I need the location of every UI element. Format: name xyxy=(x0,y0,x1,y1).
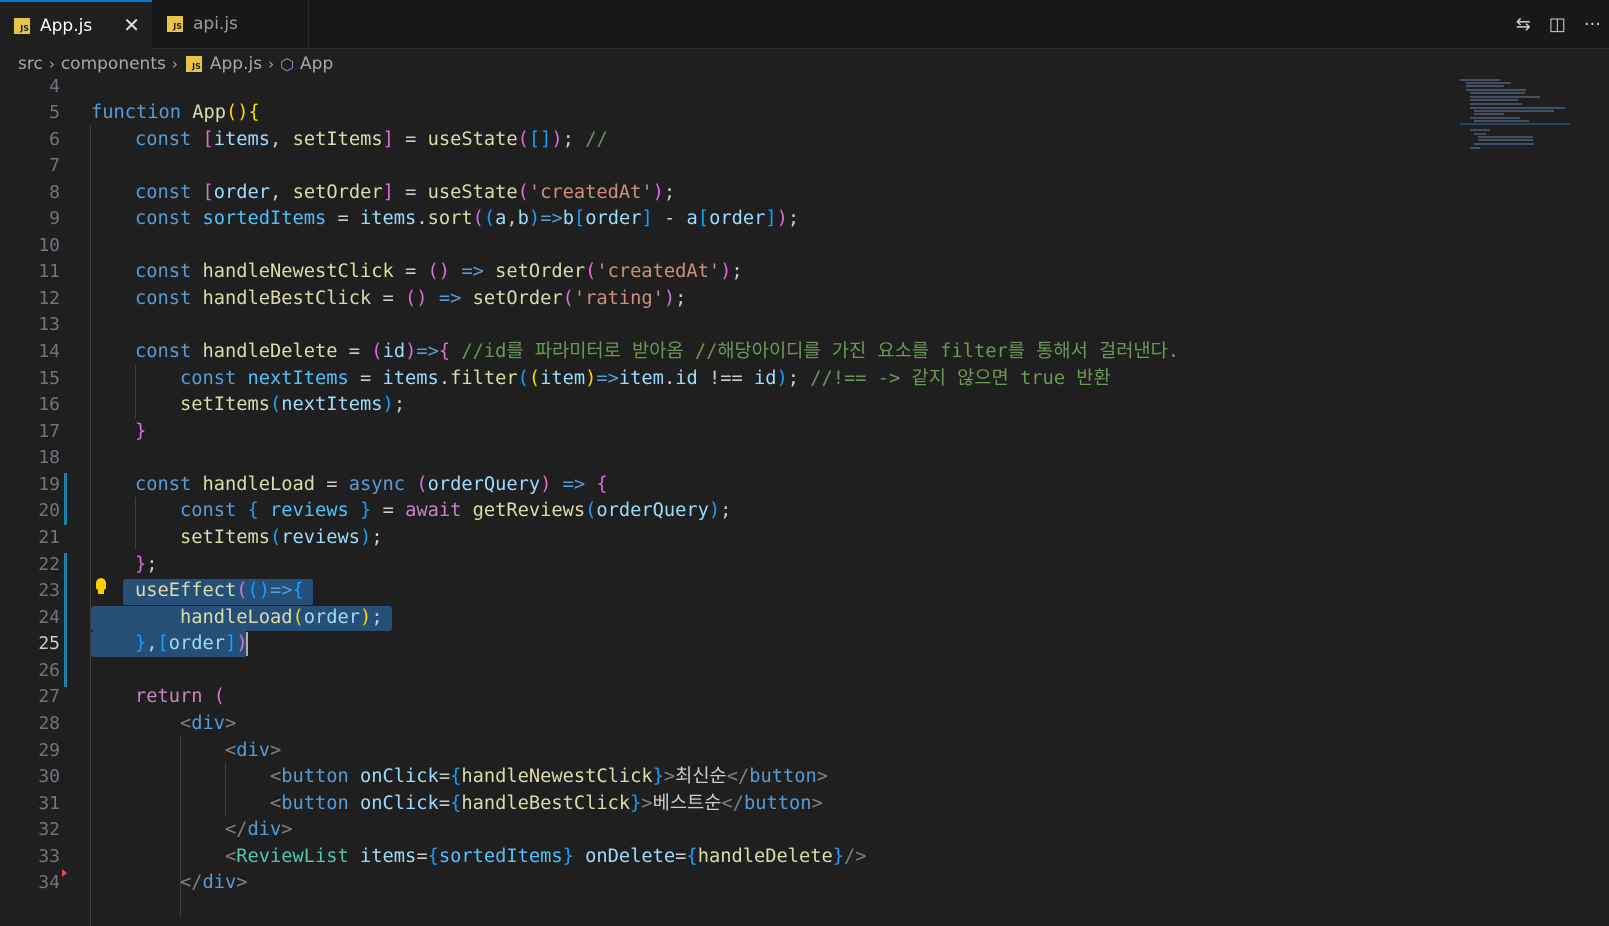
code-line: }; xyxy=(135,554,158,575)
close-icon[interactable]: ✕ xyxy=(123,13,140,37)
split-editor-icon[interactable]: ◫ xyxy=(1549,14,1566,35)
line-number: 18 xyxy=(38,447,60,468)
code-line: function App(){ xyxy=(91,102,260,123)
error-marker-icon[interactable] xyxy=(62,869,67,877)
breadcrumb-item-components[interactable]: components xyxy=(61,54,166,74)
line-number: 14 xyxy=(38,341,60,362)
line-number: 28 xyxy=(38,713,60,734)
code-line: const nextItems = items.filter((item)=>i… xyxy=(180,368,1111,389)
code-line: const [items, setItems] = useState([]); … xyxy=(135,129,608,150)
code-line: <button onClick={handleNewestClick}>최신순<… xyxy=(270,766,829,787)
code-line: </div> xyxy=(180,872,248,893)
code-line: setItems(nextItems); xyxy=(180,394,406,415)
line-number: 33 xyxy=(38,846,60,867)
js-file-icon: JS xyxy=(14,17,30,34)
line-number: 32 xyxy=(38,819,60,840)
chevron-right-icon: › xyxy=(171,55,178,73)
git-change-marker[interactable] xyxy=(64,473,67,525)
editor-actions: ⇆ ◫ ··· xyxy=(1516,0,1609,48)
line-number: 27 xyxy=(38,686,60,707)
indent-guide xyxy=(225,763,226,816)
code-line: <button onClick={handleBestClick}>베스트순</… xyxy=(270,793,823,814)
line-number: 4 xyxy=(49,76,60,97)
compare-changes-icon[interactable]: ⇆ xyxy=(1516,14,1531,35)
line-number: 12 xyxy=(38,288,60,309)
line-number: 30 xyxy=(38,766,60,787)
tab-label: App.js xyxy=(40,15,93,36)
line-number: 20 xyxy=(38,500,60,521)
code-editor[interactable]: 4 5 6 7 8 9 10 11 12 13 14 15 16 17 18 1… xyxy=(0,76,1609,926)
line-number: 15 xyxy=(38,368,60,389)
indent-guide xyxy=(90,126,91,926)
tab-api-js[interactable]: JS api.js xyxy=(153,0,309,48)
code-line: <div> xyxy=(225,740,282,761)
code-line: handleLoad(order); xyxy=(180,607,383,628)
line-number: 23 xyxy=(38,580,60,601)
code-line: useEffect(()=>{ xyxy=(135,580,304,601)
tab-app-js[interactable]: JS App.js ✕ xyxy=(0,0,152,49)
line-number: 24 xyxy=(38,607,60,628)
code-line: },[order]) xyxy=(135,633,248,654)
code-line: <ReviewList items={sortedItems} onDelete… xyxy=(225,846,867,867)
line-number: 16 xyxy=(38,394,60,415)
line-number: 7 xyxy=(49,155,60,176)
lightbulb-icon[interactable] xyxy=(94,577,108,597)
indent-guide xyxy=(135,497,136,550)
code-line: const handleBestClick = () => setOrder('… xyxy=(135,288,687,309)
code-line: const handleNewestClick = () => setOrder… xyxy=(135,261,743,282)
code-line: } xyxy=(135,421,147,442)
code-line: </div> xyxy=(225,819,293,840)
chevron-right-icon: › xyxy=(268,55,275,73)
code-line: const handleLoad = async (orderQuery) =>… xyxy=(135,474,608,495)
line-number: 26 xyxy=(38,660,60,681)
line-number: 17 xyxy=(38,421,60,442)
editor-tab-bar: JS App.js ✕ JS api.js ⇆ ◫ ··· xyxy=(0,0,1609,49)
line-number: 5 xyxy=(49,102,60,123)
line-number-current: 25 xyxy=(38,633,60,654)
code-line: setItems(reviews); xyxy=(180,527,383,548)
code-line: const handleDelete = (id)=>{ //id를 파라미터로… xyxy=(135,341,1180,362)
line-number: 19 xyxy=(38,474,60,495)
text-cursor xyxy=(246,632,248,656)
line-number: 8 xyxy=(49,182,60,203)
breadcrumb-item-symbol[interactable]: App xyxy=(300,54,333,74)
line-number: 6 xyxy=(49,129,60,150)
code-line: const sortedItems = items.sort((a,b)=>b[… xyxy=(135,208,800,229)
symbol-method-icon: ⬡ xyxy=(280,54,295,74)
code-line: <div> xyxy=(180,713,237,734)
js-file-icon: JS xyxy=(185,56,202,72)
line-number: 22 xyxy=(38,554,60,575)
code-line: const { reviews } = await getReviews(ord… xyxy=(180,500,732,521)
code-line: const [order, setOrder] = useState('crea… xyxy=(135,182,676,203)
git-change-marker[interactable] xyxy=(64,553,67,687)
line-number: 31 xyxy=(38,793,60,814)
indent-guide xyxy=(135,365,136,418)
line-number: 34 xyxy=(38,872,60,893)
line-number: 9 xyxy=(49,208,60,229)
line-number: 21 xyxy=(38,527,60,548)
js-file-icon: JS xyxy=(167,16,183,32)
line-number: 29 xyxy=(38,740,60,761)
more-actions-icon[interactable]: ··· xyxy=(1584,14,1601,35)
breadcrumb: src › components › JS App.js › ⬡ App xyxy=(0,49,1609,79)
line-number: 10 xyxy=(38,235,60,256)
minimap[interactable] xyxy=(1460,79,1570,239)
code-line: return ( xyxy=(135,686,226,707)
breadcrumb-item-src[interactable]: src xyxy=(18,54,43,74)
tab-label: api.js xyxy=(193,14,238,34)
breadcrumb-item-file[interactable]: App.js xyxy=(210,54,262,74)
chevron-right-icon: › xyxy=(48,55,55,73)
line-number: 13 xyxy=(38,314,60,335)
line-number: 11 xyxy=(38,261,60,282)
